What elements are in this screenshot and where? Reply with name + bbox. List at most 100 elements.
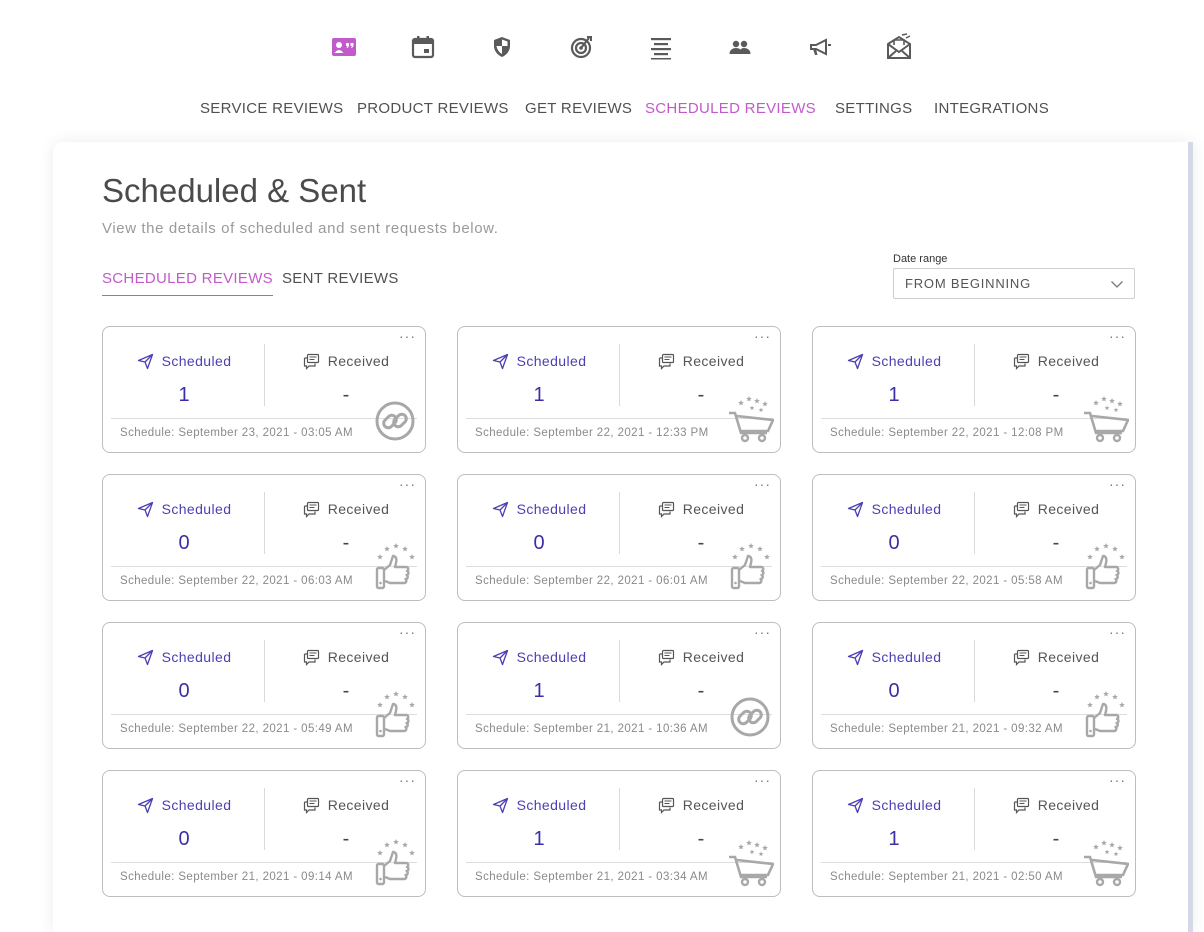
shopping-cart-icon <box>728 395 775 443</box>
chevron-down-icon <box>1111 281 1123 288</box>
scheduled-count: 0 <box>178 532 190 554</box>
calendar-icon[interactable] <box>408 30 438 64</box>
schedule-date: Schedule: September 21, 2021 - 09:32 AM <box>830 723 1063 735</box>
megaphone-icon[interactable] <box>805 30 835 64</box>
messages-icon <box>658 797 674 814</box>
card-divider <box>111 862 417 863</box>
schedule-card[interactable]: ··· Scheduled 1 Received - Schedule: Sep… <box>812 770 1136 897</box>
received-label: Received <box>682 353 745 369</box>
scheduled-count: 1 <box>533 828 545 850</box>
more-options-icon[interactable]: ··· <box>399 329 416 343</box>
card-divider <box>821 566 1127 567</box>
schedule-card[interactable]: ··· Scheduled 0 Received - Schedule: Sep… <box>102 622 426 749</box>
received-label: Received <box>1037 353 1100 369</box>
nav-scheduled-reviews[interactable]: SCHEDULED REVIEWS <box>645 100 816 117</box>
more-options-icon[interactable]: ··· <box>399 625 416 639</box>
scheduled-column: Scheduled 0 <box>813 647 975 703</box>
card-divider <box>466 714 772 715</box>
nav-settings[interactable]: SETTINGS <box>835 100 912 117</box>
schedule-card[interactable]: ··· Scheduled 0 Received - Schedule: Sep… <box>812 474 1136 601</box>
messages-icon <box>1013 649 1029 666</box>
schedule-date: Schedule: September 22, 2021 - 05:58 AM <box>830 575 1063 587</box>
send-icon <box>137 501 153 517</box>
schedule-card[interactable]: ··· Scheduled 1 Received - Schedule: Sep… <box>812 326 1136 453</box>
card-divider <box>821 418 1127 419</box>
send-icon <box>492 649 508 665</box>
more-options-icon[interactable]: ··· <box>754 329 771 343</box>
schedule-date: Schedule: September 21, 2021 - 09:14 AM <box>120 871 353 883</box>
nav-get-reviews[interactable]: GET REVIEWS <box>525 100 632 117</box>
thumbs-up-icon <box>373 543 419 591</box>
target-icon[interactable] <box>566 30 596 64</box>
scheduled-label: Scheduled <box>871 649 942 665</box>
tab-scheduled-reviews[interactable]: SCHEDULED REVIEWS <box>102 270 273 296</box>
thumbs-up-icon <box>1083 691 1129 739</box>
date-range-label: Date range <box>893 253 948 265</box>
received-label: Received <box>1037 501 1100 517</box>
more-options-icon[interactable]: ··· <box>399 773 416 787</box>
messages-icon <box>658 501 674 518</box>
mail-icon[interactable] <box>884 30 914 64</box>
schedule-card[interactable]: ··· Scheduled 0 Received - Schedule: Sep… <box>457 474 781 601</box>
messages-icon <box>1013 797 1029 814</box>
more-options-icon[interactable]: ··· <box>1109 329 1126 343</box>
schedule-date: Schedule: September 22, 2021 - 05:49 AM <box>120 723 353 735</box>
nav-service-reviews[interactable]: SERVICE REVIEWS <box>200 100 343 117</box>
scheduled-column: Scheduled 1 <box>458 795 620 851</box>
scheduled-count: 1 <box>533 680 545 702</box>
scheduled-label: Scheduled <box>516 797 587 813</box>
received-label: Received <box>682 501 745 517</box>
scheduled-column: Scheduled 1 <box>458 351 620 407</box>
more-options-icon[interactable]: ··· <box>1109 625 1126 639</box>
send-icon <box>492 353 508 369</box>
scheduled-label: Scheduled <box>516 501 587 517</box>
send-icon <box>847 353 863 369</box>
reviews-icon[interactable] <box>329 30 359 64</box>
schedule-card[interactable]: ··· Scheduled 1 Received - Schedule: Sep… <box>457 326 781 453</box>
scheduled-label: Scheduled <box>516 353 587 369</box>
top-icon-bar <box>0 30 1204 66</box>
more-options-icon[interactable]: ··· <box>754 625 771 639</box>
messages-icon <box>303 649 319 666</box>
align-icon[interactable] <box>646 30 676 64</box>
messages-icon <box>303 501 319 518</box>
shopping-cart-icon <box>1083 839 1130 887</box>
schedule-card[interactable]: ··· Scheduled 0 Received - Schedule: Sep… <box>812 622 1136 749</box>
people-icon[interactable] <box>725 30 755 64</box>
schedule-card[interactable]: ··· Scheduled 1 Received - Schedule: Sep… <box>457 770 781 897</box>
scheduled-label: Scheduled <box>871 501 942 517</box>
received-label: Received <box>682 797 745 813</box>
schedule-card[interactable]: ··· Scheduled 1 Received - Schedule: Sep… <box>457 622 781 749</box>
more-options-icon[interactable]: ··· <box>754 773 771 787</box>
scheduled-count: 1 <box>888 828 900 850</box>
shield-icon[interactable] <box>487 30 517 64</box>
tab-sent-reviews[interactable]: SENT REVIEWS <box>282 270 399 295</box>
schedule-date: Schedule: September 22, 2021 - 12:08 PM <box>830 427 1064 439</box>
card-divider <box>466 566 772 567</box>
nav-integrations[interactable]: INTEGRATIONS <box>934 100 1049 117</box>
schedule-card[interactable]: ··· Scheduled 0 Received - Schedule: Sep… <box>102 474 426 601</box>
schedule-card[interactable]: ··· Scheduled 1 Received - Schedule: Sep… <box>102 326 426 453</box>
scheduled-count: 0 <box>178 680 190 702</box>
received-label: Received <box>1037 649 1100 665</box>
more-options-icon[interactable]: ··· <box>1109 773 1126 787</box>
send-icon <box>847 797 863 813</box>
more-options-icon[interactable]: ··· <box>399 477 416 491</box>
send-icon <box>492 797 508 813</box>
content-panel: Scheduled & Sent View the details of sch… <box>53 142 1193 932</box>
thumbs-up-icon <box>728 543 774 591</box>
date-range-value: FROM BEGINNING <box>905 276 1032 291</box>
thumbs-up-icon <box>373 691 419 739</box>
nav-product-reviews[interactable]: PRODUCT REVIEWS <box>357 100 509 117</box>
date-range-select[interactable]: FROM BEGINNING <box>893 268 1135 299</box>
send-icon <box>137 797 153 813</box>
received-label: Received <box>327 797 390 813</box>
thumbs-up-icon <box>1083 543 1129 591</box>
schedule-card[interactable]: ··· Scheduled 0 Received - Schedule: Sep… <box>102 770 426 897</box>
more-options-icon[interactable]: ··· <box>754 477 771 491</box>
scheduled-label: Scheduled <box>516 649 587 665</box>
received-label: Received <box>682 649 745 665</box>
more-options-icon[interactable]: ··· <box>1109 477 1126 491</box>
shopping-cart-icon <box>1083 395 1130 443</box>
messages-icon <box>658 649 674 666</box>
